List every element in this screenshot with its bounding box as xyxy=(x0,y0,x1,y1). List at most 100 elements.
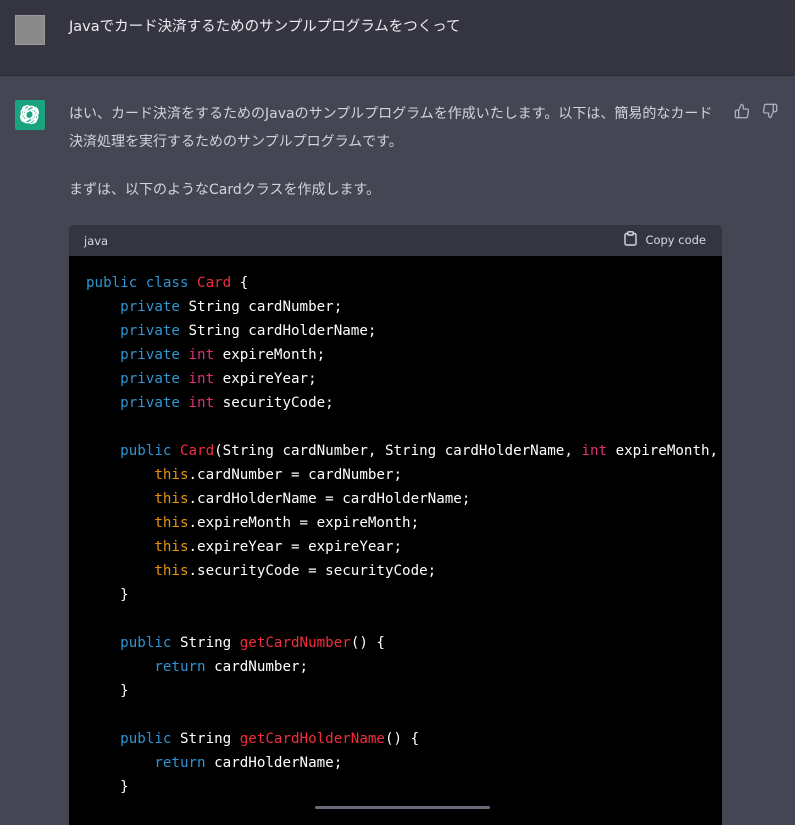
code-token: int xyxy=(188,347,215,363)
code-line: private int expireYear; xyxy=(86,367,722,391)
code-token: } xyxy=(86,587,129,603)
code-token: .cardHolderName = cardHolderName; xyxy=(188,491,471,507)
thumbs-down-icon[interactable] xyxy=(761,102,779,120)
code-token: .expireMonth = expireMonth; xyxy=(188,515,420,531)
code-token: .expireYear = expireYear; xyxy=(188,539,403,555)
code-token: int xyxy=(188,395,215,411)
code-line: public String getCardNumber() { xyxy=(86,631,722,655)
code-token: Card xyxy=(197,275,232,291)
code-line: ​ xyxy=(86,607,722,631)
code-token: expireMonth; xyxy=(214,347,326,363)
code-token: this xyxy=(154,491,189,507)
code-token: String cardNumber; xyxy=(179,299,343,315)
code-token: getCardNumber xyxy=(239,635,351,651)
code-line: public class Card { xyxy=(86,271,722,295)
code-token: .cardNumber = cardNumber; xyxy=(188,467,403,483)
code-token: int xyxy=(581,443,608,459)
code-line: this.expireMonth = expireMonth; xyxy=(86,511,722,535)
code-token: public xyxy=(120,731,172,747)
code-language-label: java xyxy=(84,234,109,248)
code-token: { xyxy=(231,275,249,291)
code-token: () { xyxy=(384,731,420,747)
assistant-message-row: はい、カード決済をするためのJavaのサンプルプログラムを作成いたします。以下は… xyxy=(0,76,795,825)
code-token: () { xyxy=(350,635,385,651)
code-line: private String cardHolderName; xyxy=(86,319,722,343)
code-line: ​ xyxy=(86,415,722,439)
code-token: cardHolderName; xyxy=(205,755,343,771)
code-body: public class Card { private String cardN… xyxy=(69,256,722,825)
code-token: public class xyxy=(86,275,198,291)
code-token: this xyxy=(154,539,189,555)
code-token: String cardHolderName; xyxy=(179,323,377,339)
code-line: } xyxy=(86,583,722,607)
assistant-paragraph: まずは、以下のようなCardクラスを作成します。 xyxy=(69,182,381,198)
code-line: private int securityCode; xyxy=(86,391,722,415)
user-avatar xyxy=(15,15,45,45)
thumbs-up-icon[interactable] xyxy=(733,102,751,120)
code-token: public xyxy=(120,443,172,459)
code-token: cardNumber; xyxy=(205,659,309,675)
code-token: return xyxy=(154,659,206,675)
code-token: getCardHolderName xyxy=(239,731,385,747)
code-line: } xyxy=(86,775,722,799)
code-line: private int expireMonth; xyxy=(86,343,722,367)
copy-code-label: Copy code xyxy=(645,233,706,247)
code-line: } xyxy=(86,679,722,703)
code-line: this.expireYear = expireYear; xyxy=(86,535,722,559)
code-content: public class Card { private String cardN… xyxy=(86,271,722,799)
code-token: return xyxy=(154,755,206,771)
code-token: private xyxy=(120,371,180,387)
code-token: (String cardNumber, String cardHolderNam… xyxy=(214,443,582,459)
user-prompt-text: Javaでカード決済するためのサンプルプログラムをつくって xyxy=(69,19,461,35)
code-block: java Copy code public class Card { priva… xyxy=(69,225,722,825)
code-line: ​ xyxy=(86,703,722,727)
code-token: int xyxy=(188,371,215,387)
code-line: this.cardNumber = cardNumber; xyxy=(86,463,722,487)
code-line: public Card(String cardNumber, String ca… xyxy=(86,439,722,463)
code-token: private xyxy=(120,347,180,363)
code-token: public xyxy=(120,635,172,651)
code-token: this xyxy=(154,515,189,531)
code-token: .securityCode = securityCode; xyxy=(188,563,437,579)
code-token: String xyxy=(171,635,240,651)
code-token: securityCode; xyxy=(214,395,334,411)
code-token: this xyxy=(154,563,189,579)
clipboard-icon xyxy=(624,231,638,249)
code-token: Card xyxy=(179,443,215,459)
user-message-row: Javaでカード決済するためのサンプルプログラムをつくって xyxy=(0,0,795,76)
code-token: expireMonth, xyxy=(607,443,722,459)
code-line: private String cardNumber; xyxy=(86,295,722,319)
code-line: this.cardHolderName = cardHolderName; xyxy=(86,487,722,511)
code-block-header: java Copy code xyxy=(69,225,722,256)
code-token: String xyxy=(171,731,240,747)
code-token: this xyxy=(154,467,189,483)
code-token: private xyxy=(120,323,180,339)
code-token: private xyxy=(120,299,180,315)
code-token: } xyxy=(86,779,129,795)
openai-logo-icon xyxy=(15,100,45,130)
code-token: } xyxy=(86,683,129,699)
code-token: expireYear; xyxy=(214,371,317,387)
copy-code-button[interactable]: Copy code xyxy=(624,231,706,249)
code-line: public String getCardHolderName() { xyxy=(86,727,722,751)
assistant-paragraph: はい、カード決済をするためのJavaのサンプルプログラムを作成いたします。以下は… xyxy=(69,106,713,150)
